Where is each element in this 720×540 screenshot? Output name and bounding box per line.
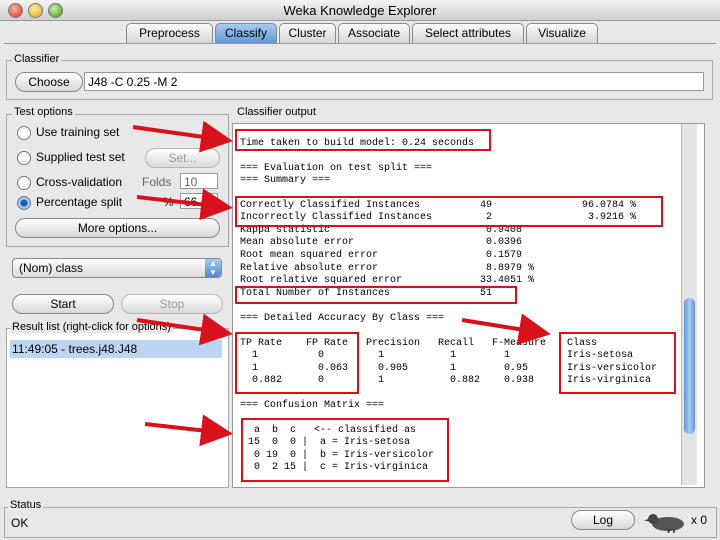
- arrow-icon: [136, 188, 233, 221]
- arrow-icon: [461, 313, 551, 345]
- arrow-icon: [136, 313, 233, 346]
- weka-bird-icon: [644, 514, 684, 533]
- log-button[interactable]: Log: [571, 510, 635, 530]
- annotation-arrows: [132, 120, 551, 447]
- status-text: OK: [11, 516, 29, 530]
- arrow-icon: [132, 120, 233, 153]
- status-label: Status: [8, 499, 44, 511]
- arrow-icon: [144, 414, 233, 447]
- log-count: x 0: [691, 513, 708, 527]
